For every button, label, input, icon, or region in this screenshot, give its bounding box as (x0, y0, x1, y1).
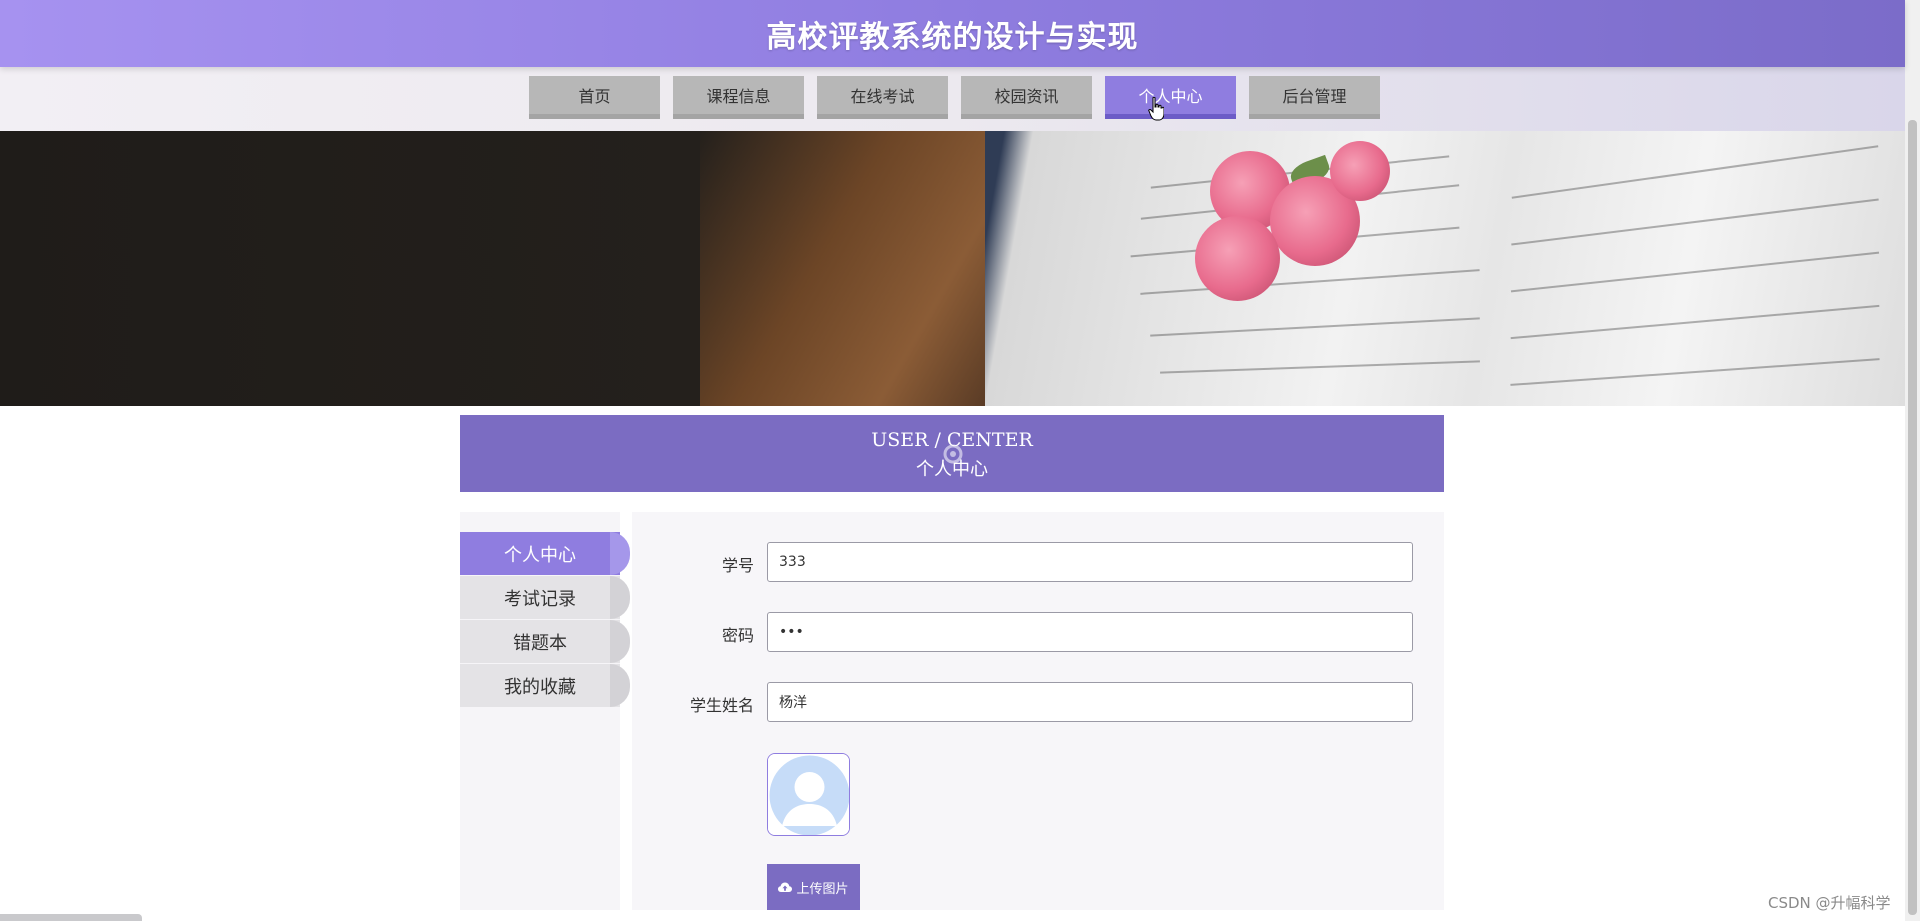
student-name-row: 学生姓名 (632, 682, 1444, 722)
password-label: 密码 (721, 626, 754, 645)
password-row: 密码 (632, 612, 1444, 652)
student-id-row: 学号 (632, 542, 1444, 582)
site-title: 高校评教系统的设计与实现 (766, 19, 1139, 55)
nav-item-campus-news[interactable]: 校园资讯 (961, 76, 1092, 119)
profile-form: 学号 密码 学生姓名 上传图片 (632, 512, 1444, 910)
nav-strip: 首页 课程信息 在线考试 校园资讯 个人中心 后台管理 (0, 67, 1905, 131)
side-item-favorites[interactable]: 我的收藏 (460, 664, 630, 707)
side-item-exam-records[interactable]: 考试记录 (460, 576, 630, 619)
upload-image-label: 上传图片 (796, 881, 849, 897)
main-nav: 首页 课程信息 在线考试 校园资讯 个人中心 后台管理 (529, 76, 1393, 119)
personal-center-header: USER / CENTER 个人中心 (460, 415, 1444, 492)
hero-banner (0, 131, 1905, 406)
student-id-input[interactable] (767, 542, 1413, 582)
banner-flower (1330, 141, 1390, 201)
nav-item-home[interactable]: 首页 (529, 76, 660, 119)
banner-wood-surface (700, 131, 1020, 406)
csdn-watermark: CSDN @升幅科学 (1768, 894, 1891, 912)
center-title-zh: 个人中心 (916, 459, 988, 480)
site-header: 高校评教系统的设计与实现 (0, 0, 1905, 67)
side-menu: 个人中心 考试记录 错题本 我的收藏 (460, 512, 630, 910)
cloud-upload-icon (778, 882, 793, 892)
avatar[interactable] (767, 753, 850, 836)
page-scrollbar[interactable] (1905, 0, 1920, 921)
password-input[interactable] (767, 612, 1413, 652)
nav-item-online-exam[interactable]: 在线考试 (817, 76, 948, 119)
nav-item-course-info[interactable]: 课程信息 (673, 76, 804, 119)
banner-flower (1195, 216, 1280, 301)
nav-item-personal-center[interactable]: 个人中心 (1105, 76, 1236, 119)
scrollbar-thumb[interactable] (1908, 120, 1917, 915)
student-name-label: 学生姓名 (689, 696, 754, 715)
student-name-input[interactable] (767, 682, 1413, 722)
user-avatar-icon (768, 754, 849, 835)
bottom-scroll-indicator (0, 914, 142, 921)
banner-music-book (985, 131, 1905, 406)
upload-image-button[interactable]: 上传图片 (767, 864, 860, 910)
side-item-personal-center[interactable]: 个人中心 (460, 532, 630, 575)
hand-pointer-icon (1148, 97, 1164, 121)
nav-item-admin[interactable]: 后台管理 (1249, 76, 1380, 119)
side-item-wrong-questions[interactable]: 错题本 (460, 620, 630, 663)
student-id-label: 学号 (721, 556, 754, 575)
